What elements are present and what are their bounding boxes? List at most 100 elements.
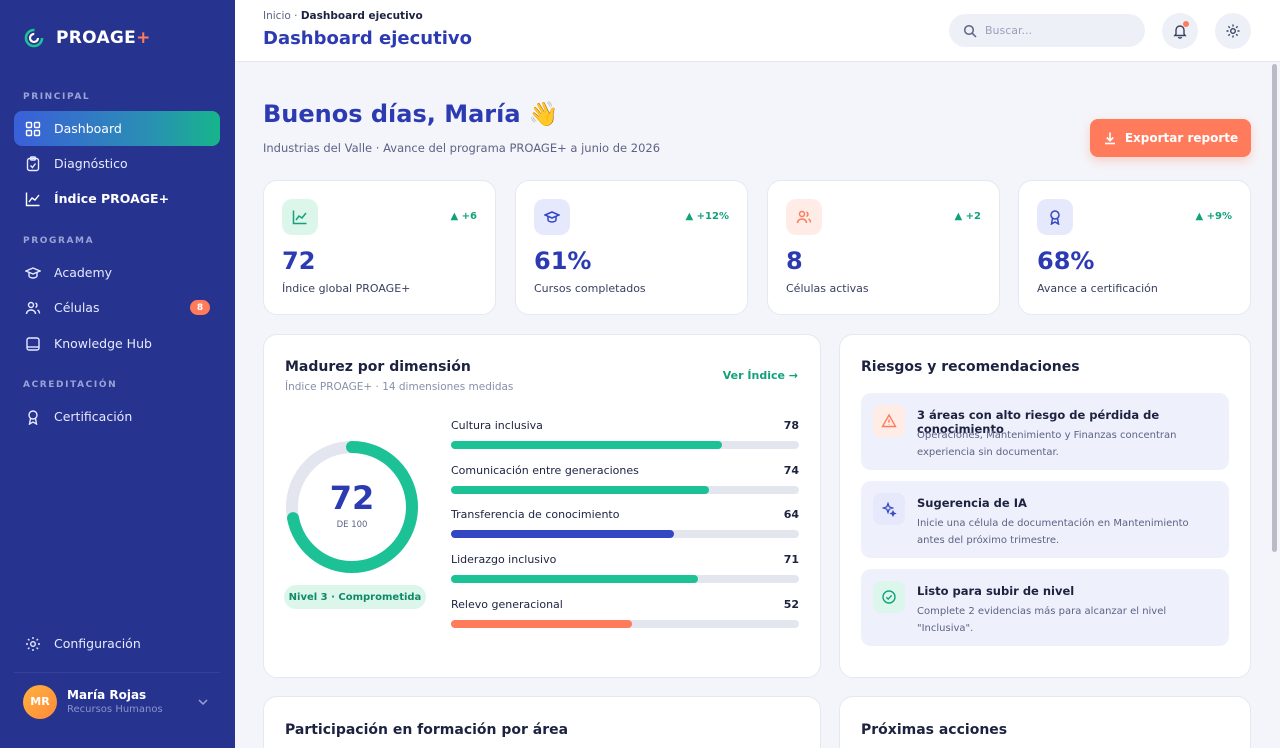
- grid-icon: [25, 121, 41, 136]
- notification-dot: [1183, 21, 1189, 27]
- rec-text: Inicie una célula de documentación en Ma…: [917, 518, 1189, 546]
- dimension-row: Cultura inclusiva 78: [451, 419, 799, 449]
- kpi-card-indice[interactable]: ▲ +6 72 Índice global PROAGE+: [263, 180, 496, 315]
- breadcrumb-root[interactable]: Inicio: [263, 10, 291, 22]
- dimension-row: Transferencia de conocimiento 64: [451, 508, 799, 538]
- celulas-count-badge: 8: [190, 300, 210, 315]
- sidebar-item-label: Academy: [54, 265, 113, 280]
- kpi-card-celulas[interactable]: ▲ +2 8 Células activas: [767, 180, 1000, 315]
- sidebar-item-label: Knowledge Hub: [54, 336, 152, 351]
- dimension-bar-track: [451, 486, 799, 494]
- sparkle-icon: [881, 501, 897, 517]
- recommendation-item[interactable]: Listo para subir de nivel Complete 2 evi…: [861, 569, 1229, 646]
- greeting-title: Buenos días, María 👋: [263, 100, 559, 128]
- export-label: Exportar reporte: [1124, 131, 1239, 145]
- dimension-label: Relevo generacional: [451, 598, 563, 611]
- kpi-label: Índice global PROAGE+: [282, 282, 411, 295]
- sidebar-item-label: Dashboard: [54, 121, 122, 136]
- dimension-row: Comunicación entre generaciones 74: [451, 464, 799, 494]
- sidebar-item-indice[interactable]: Índice PROAGE+: [14, 181, 220, 216]
- kpi-delta: ▲ +6: [450, 211, 477, 222]
- page-title: Dashboard ejecutivo: [263, 28, 472, 49]
- participation-title: Participación en formación por área: [285, 722, 569, 738]
- dimension-bar-track: [451, 620, 799, 628]
- kpi-label: Avance a certificación: [1037, 282, 1158, 295]
- gear-icon: [26, 636, 40, 651]
- rec-title: Listo para subir de nivel: [917, 584, 1075, 598]
- search-input[interactable]: [985, 24, 1125, 37]
- search-box[interactable]: [949, 14, 1145, 47]
- nav-section-acreditacion: ACREDITACIÓN: [23, 380, 118, 390]
- rec-title: Sugerencia de IA: [917, 496, 1027, 510]
- view-index-link[interactable]: Ver Índice →: [723, 369, 798, 382]
- notifications-button[interactable]: [1162, 13, 1198, 49]
- rec-text: Operaciones, Mantenimiento y Finanzas co…: [917, 430, 1177, 458]
- dimension-value: 64: [783, 508, 799, 521]
- nav-section-programa: PROGRAMA: [23, 236, 95, 246]
- breadcrumb: Inicio · Dashboard ejecutivo: [263, 10, 423, 22]
- sidebar-item-dashboard[interactable]: Dashboard: [14, 111, 220, 146]
- sidebar-item-label: Configuración: [54, 636, 141, 651]
- dimension-value: 78: [783, 419, 799, 432]
- next-actions-title: Próximas acciones: [861, 722, 1008, 738]
- participation-card: Participación en formación por área: [263, 696, 821, 748]
- graduation-cap-icon: [25, 266, 41, 279]
- user-menu[interactable]: MR María Rojas Recursos Humanos: [14, 672, 220, 730]
- clipboard-icon: [26, 155, 40, 171]
- dimension-bar-fill: [451, 620, 632, 628]
- sidebar-item-label: Certificación: [54, 409, 133, 424]
- avatar: MR: [23, 684, 57, 719]
- export-report-button[interactable]: Exportar reporte: [1090, 119, 1251, 157]
- dimension-label: Liderazgo inclusivo: [451, 553, 557, 566]
- gear-icon: [1226, 24, 1240, 38]
- recommendation-item[interactable]: 3 áreas con alto riesgo de pérdida de co…: [861, 393, 1229, 470]
- dimension-value: 52: [783, 598, 799, 611]
- sidebar-item-knowledge-hub[interactable]: Knowledge Hub: [14, 326, 220, 361]
- maturity-subtitle: Índice PROAGE+ · 14 dimensiones medidas: [285, 381, 514, 393]
- dimension-bar-track: [451, 530, 799, 538]
- sidebar-item-celulas[interactable]: Células 8: [14, 290, 220, 325]
- chevron-down-icon: [198, 699, 208, 706]
- kpi-card-certificacion[interactable]: ▲ +9% 68% Avance a certificación: [1018, 180, 1251, 315]
- sidebar-item-configuracion[interactable]: Configuración: [14, 626, 220, 661]
- sidebar-item-diagnostico[interactable]: Diagnóstico: [14, 146, 220, 181]
- next-actions-card: Próximas acciones: [839, 696, 1251, 748]
- search-icon: [963, 24, 977, 38]
- dimension-value: 74: [783, 464, 799, 477]
- breadcrumb-current: Dashboard ejecutivo: [300, 10, 423, 22]
- kpi-icon-bg: [786, 199, 822, 235]
- maturity-title: Madurez por dimensión: [285, 359, 471, 375]
- dimension-bar-fill: [451, 441, 723, 449]
- user-role: Recursos Humanos: [67, 704, 163, 715]
- sidebar-item-label: Células: [54, 300, 100, 315]
- sidebar-item-certificacion[interactable]: Certificación: [14, 399, 220, 434]
- brand-name: PROAGE+: [56, 28, 151, 48]
- rec-icon-bg: [873, 405, 905, 437]
- trend-icon: [292, 210, 307, 225]
- brand-logo[interactable]: PROAGE+: [24, 28, 151, 48]
- settings-button[interactable]: [1215, 13, 1251, 49]
- dimension-label: Comunicación entre generaciones: [451, 464, 639, 477]
- greeting-subtitle: Industrias del Valle · Avance del progra…: [263, 141, 661, 155]
- kpi-card-cursos[interactable]: ▲ +12% 61% Cursos completados: [515, 180, 748, 315]
- download-icon: [1104, 132, 1115, 145]
- check-circle-icon: [882, 590, 896, 604]
- maturity-score-unit: DE 100: [336, 520, 368, 530]
- dimension-bar-fill: [451, 575, 699, 583]
- kpi-label: Células activas: [786, 282, 869, 295]
- award-icon: [28, 409, 38, 425]
- maturity-card: Madurez por dimensión Índice PROAGE+ · 1…: [263, 334, 821, 678]
- recommendation-item[interactable]: Sugerencia de IA Inicie una célula de do…: [861, 481, 1229, 558]
- warning-icon: [881, 413, 897, 428]
- kpi-value: 72: [282, 247, 316, 275]
- scrollbar-thumb[interactable]: [1272, 64, 1277, 552]
- sidebar-item-academy[interactable]: Academy: [14, 255, 220, 290]
- rec-icon-bg: [873, 493, 905, 525]
- risks-title: Riesgos y recomendaciones: [861, 359, 1080, 375]
- sidebar-item-label: Diagnóstico: [54, 156, 128, 171]
- chart-line-icon: [25, 192, 40, 206]
- users-icon: [25, 301, 41, 314]
- maturity-score: 72: [329, 479, 375, 517]
- risks-card: Riesgos y recomendaciones 3 áreas con al…: [839, 334, 1251, 678]
- sidebar-item-label: Índice PROAGE+: [54, 191, 170, 206]
